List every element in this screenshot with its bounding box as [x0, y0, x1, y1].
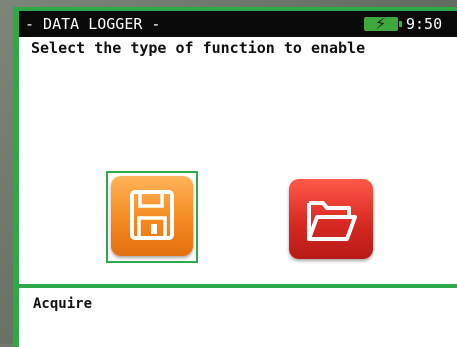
battery-charging-icon: ⚡: [364, 14, 402, 33]
instruction-text: Select the type of function to enable: [31, 39, 366, 57]
acquire-function-button[interactable]: [111, 176, 193, 256]
lcd-screen: - DATA LOGGER - ⚡ 9:50 Select the type o…: [13, 7, 457, 347]
floppy-disk-icon: [130, 190, 174, 240]
function-name-label: Acquire: [33, 296, 93, 312]
device-bezel: - DATA LOGGER - ⚡ 9:50 Select the type o…: [0, 0, 457, 347]
divider: [19, 284, 457, 288]
open-function-button[interactable]: [289, 179, 373, 259]
open-folder-icon: [307, 201, 357, 241]
charging-bolt-icon: ⚡: [375, 14, 387, 33]
app-title: - DATA LOGGER -: [25, 15, 161, 33]
title-bar: - DATA LOGGER - ⚡ 9:50: [19, 11, 457, 37]
clock: 9:50: [406, 15, 443, 33]
